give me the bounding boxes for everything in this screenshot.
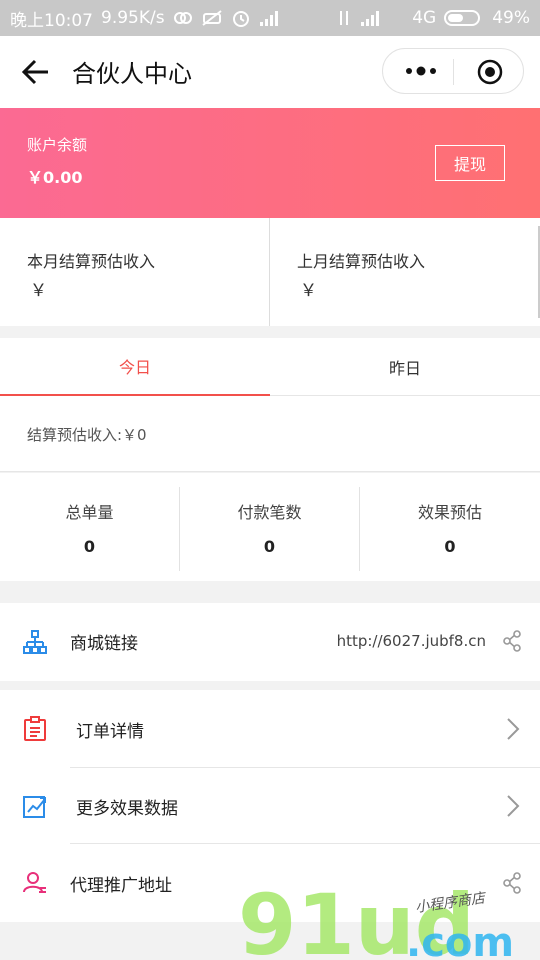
- back-arrow-icon[interactable]: [20, 58, 52, 86]
- stat-label: 总单量: [65, 503, 114, 522]
- stat-label: 付款笔数: [237, 503, 302, 522]
- shop-link-row[interactable]: 商城链接 http://6027.jubf8.cn: [0, 603, 540, 681]
- income-summary: 本月结算预估收入 ￥ 上月结算预估收入 ￥: [0, 218, 540, 326]
- tab-yesterday[interactable]: 昨日: [270, 338, 540, 396]
- balance-banner: 账户余额 ￥0.00 提现: [0, 108, 540, 218]
- balance-label: 账户余额: [27, 136, 88, 154]
- this-month-income: 本月结算预估收入 ￥: [0, 218, 270, 326]
- page-title: 合伙人中心: [72, 60, 192, 88]
- shop-link-label: 商城链接: [70, 634, 138, 654]
- this-month-value: ￥: [30, 281, 47, 301]
- status-bar: 晚上10:07 9.95K/s 4G 49%: [0, 0, 540, 36]
- link-icon: [173, 9, 193, 27]
- stat-value: 0: [444, 537, 456, 556]
- order-detail-label: 订单详情: [76, 722, 144, 742]
- mini-program-capsule: [382, 48, 524, 94]
- mute-icon: [201, 9, 223, 27]
- stat-value: 0: [83, 537, 96, 556]
- withdraw-button[interactable]: 提现: [435, 145, 505, 181]
- sitemap-icon: [22, 629, 48, 655]
- agent-link-label: 代理推广地址: [70, 876, 172, 896]
- last-month-income: 上月结算预估收入 ￥: [270, 218, 540, 326]
- chevron-right-icon: [506, 717, 520, 741]
- settlement-text: 结算预估收入:￥0: [27, 426, 147, 444]
- user-icon: [22, 870, 48, 896]
- stat-effect-estimate: 效果预估 0: [360, 487, 540, 571]
- stat-total-orders: 总单量 0: [0, 487, 180, 571]
- stat-label: 效果预估: [417, 503, 482, 522]
- status-battery: 49%: [492, 8, 530, 28]
- last-month-label: 上月结算预估收入: [297, 252, 426, 271]
- status-network: 4G: [412, 8, 437, 28]
- watermark-suffix: .com: [406, 920, 514, 960]
- share-icon[interactable]: [502, 630, 522, 652]
- data-arrows-icon: [336, 9, 352, 27]
- tab-today[interactable]: 今日: [0, 338, 270, 396]
- stat-payments: 付款笔数 0: [180, 487, 360, 571]
- navigation-bar: 合伙人中心: [0, 36, 540, 108]
- order-detail-row[interactable]: 订单详情: [0, 690, 540, 768]
- signal-icon: [259, 10, 281, 26]
- watermark-logo: 91ud .com 小程序商店: [238, 882, 514, 960]
- date-tabs: 今日 昨日: [0, 338, 540, 396]
- clipboard-icon: [22, 716, 48, 742]
- close-target-icon[interactable]: [477, 59, 503, 85]
- status-speed: 9.95K/s: [101, 8, 165, 28]
- stat-value: 0: [263, 537, 276, 556]
- last-month-value: ￥: [300, 281, 317, 301]
- more-data-label: 更多效果数据: [76, 799, 178, 819]
- battery-icon: [444, 9, 484, 27]
- capsule-divider: [453, 59, 454, 85]
- status-time: 晚上10:07: [10, 10, 93, 31]
- chevron-right-icon: [506, 794, 520, 818]
- more-dots-icon[interactable]: [403, 63, 439, 79]
- more-data-row[interactable]: 更多效果数据: [0, 768, 540, 844]
- balance-value: ￥0.00: [27, 168, 83, 187]
- shop-link-url[interactable]: http://6027.jubf8.cn: [337, 632, 486, 650]
- alarm-icon: [231, 8, 251, 28]
- signal-icon-2: [360, 10, 382, 26]
- chart-icon: [22, 793, 48, 819]
- settlement-row: 结算预估收入:￥0: [0, 396, 540, 472]
- this-month-label: 本月结算预估收入: [27, 252, 156, 271]
- stats-panel: 总单量 0 付款笔数 0 效果预估 0: [0, 473, 540, 581]
